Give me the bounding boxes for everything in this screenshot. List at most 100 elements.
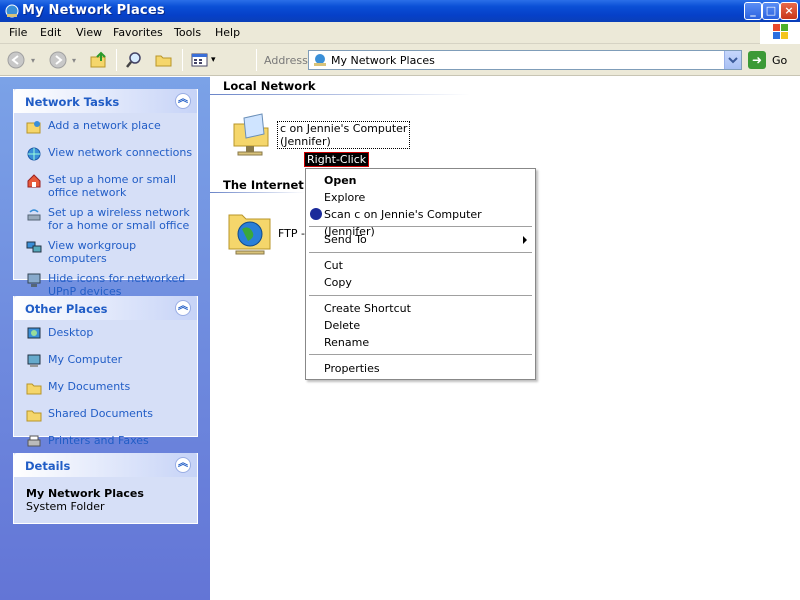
go-arrow-icon: ➜ <box>748 51 766 69</box>
context-scan[interactable]: Scan c on Jennie's Computer (Jennifer) <box>306 206 535 238</box>
right-click-annotation: Right-Click <box>304 152 370 167</box>
task-label: Set up a wireless network for a home or … <box>48 206 190 232</box>
add-network-place-icon <box>26 121 41 134</box>
task-add-network-place[interactable]: Add a network place <box>14 119 197 139</box>
panel-title: Details <box>25 459 71 473</box>
toolbar-separator <box>116 49 117 71</box>
place-desktop[interactable]: Desktop <box>14 326 197 346</box>
task-view-network-connections[interactable]: View network connections <box>14 146 197 166</box>
views-icon[interactable] <box>190 51 210 69</box>
task-pane: Network Tasks ︽ Add a network place View… <box>0 77 210 600</box>
back-dropdown-icon[interactable]: ▾ <box>31 56 35 65</box>
search-icon[interactable] <box>124 51 144 69</box>
other-places-panel: Other Places ︽ Desktop My Computer My Do… <box>13 296 198 447</box>
forward-dropdown-icon[interactable]: ▾ <box>72 56 76 65</box>
context-cut[interactable]: Cut <box>306 257 535 274</box>
toolbar: ▾ ▾ ▾ Address My Network Places ➜ Go <box>0 44 800 76</box>
details-header[interactable]: Details ︽ <box>14 453 197 477</box>
context-send-to[interactable]: Send To <box>306 231 535 248</box>
menu-file[interactable]: File <box>9 26 27 39</box>
details-type: System Folder <box>26 500 105 513</box>
task-setup-home-network[interactable]: Set up a home or small office network <box>14 173 197 199</box>
toolbar-separator <box>256 49 257 71</box>
place-my-computer[interactable]: My Computer <box>14 353 197 373</box>
toolbar-separator <box>182 49 183 71</box>
windows-logo-icon <box>760 22 800 44</box>
group-divider <box>210 192 305 193</box>
close-button[interactable]: × <box>780 2 798 20</box>
menu-separator <box>309 252 532 253</box>
menu-edit[interactable]: Edit <box>40 26 61 39</box>
network-share-icon[interactable] <box>228 110 276 158</box>
place-label: My Computer <box>48 353 123 366</box>
collapse-chevron-icon[interactable]: ︽ <box>175 300 191 316</box>
place-label: Shared Documents <box>48 407 153 420</box>
shared-documents-icon <box>26 410 42 422</box>
place-label: My Documents <box>48 380 131 393</box>
forward-icon[interactable] <box>48 51 68 69</box>
context-create-shortcut[interactable]: Create Shortcut <box>306 300 535 317</box>
panel-title: Network Tasks <box>25 95 120 109</box>
menu-separator <box>309 354 532 355</box>
task-label: Add a network place <box>48 119 161 132</box>
workgroup-computers-icon <box>26 241 42 253</box>
context-properties[interactable]: Properties <box>306 360 535 377</box>
upnp-devices-icon <box>27 273 41 287</box>
collapse-chevron-icon[interactable]: ︽ <box>175 93 191 109</box>
other-places-header[interactable]: Other Places ︽ <box>14 296 197 320</box>
printer-icon <box>27 435 41 447</box>
context-explore[interactable]: Explore <box>306 189 535 206</box>
wireless-network-icon <box>27 209 41 221</box>
place-shared-documents[interactable]: Shared Documents <box>14 407 197 427</box>
maximize-button[interactable]: □ <box>762 2 780 20</box>
menu-tools[interactable]: Tools <box>174 26 201 39</box>
context-delete[interactable]: Delete <box>306 317 535 334</box>
menu-separator <box>309 295 532 296</box>
folders-icon[interactable] <box>154 51 174 69</box>
panel-title: Other Places <box>25 302 108 316</box>
context-send-to-label: Send To <box>324 233 367 246</box>
context-copy[interactable]: Copy <box>306 274 535 291</box>
window-title: My Network Places <box>22 3 165 18</box>
network-tasks-header[interactable]: Network Tasks ︽ <box>14 89 197 113</box>
home-network-icon <box>27 174 41 188</box>
task-hide-upnp-icons[interactable]: Hide icons for networked UPnP devices <box>14 272 197 298</box>
ftp-folder-icon[interactable] <box>226 207 274 255</box>
context-rename[interactable]: Rename <box>306 334 535 351</box>
group-divider <box>210 94 470 95</box>
share-name-line: c on Jennie's Computer <box>280 122 408 135</box>
task-label: Set up a home or small office network <box>48 173 176 199</box>
task-label: View workgroup computers <box>48 239 137 265</box>
menu-view[interactable]: View <box>76 26 102 39</box>
views-dropdown-icon[interactable]: ▾ <box>211 55 216 65</box>
back-icon[interactable] <box>6 51 26 69</box>
internet-header: The Internet <box>223 178 304 192</box>
network-places-icon <box>5 4 19 18</box>
place-my-documents[interactable]: My Documents <box>14 380 197 400</box>
address-bar[interactable]: My Network Places <box>308 50 742 70</box>
menu-favorites[interactable]: Favorites <box>113 26 163 39</box>
place-label: Printers and Faxes <box>48 434 149 447</box>
task-view-workgroup-computers[interactable]: View workgroup computers <box>14 239 197 265</box>
address-input[interactable]: My Network Places <box>331 54 435 67</box>
menu-bar: File Edit View Favorites Tools Help <box>0 22 800 44</box>
place-printers-and-faxes[interactable]: Printers and Faxes <box>14 434 197 454</box>
ftp-label[interactable]: FTP - <box>278 227 305 240</box>
network-connections-icon <box>27 147 41 161</box>
context-open[interactable]: Open <box>306 172 535 189</box>
minimize-button[interactable]: _ <box>744 2 762 20</box>
context-menu: Open Explore Scan c on Jennie's Computer… <box>305 168 536 380</box>
up-folder-icon[interactable] <box>89 51 109 69</box>
go-button[interactable]: ➜ Go <box>748 51 798 69</box>
task-setup-wireless-network[interactable]: Set up a wireless network for a home or … <box>14 206 197 232</box>
network-tasks-panel: Network Tasks ︽ Add a network place View… <box>13 89 198 298</box>
address-dropdown-icon[interactable] <box>724 51 741 69</box>
collapse-chevron-icon[interactable]: ︽ <box>175 457 191 473</box>
desktop-icon <box>27 327 41 339</box>
place-label: Desktop <box>48 326 94 339</box>
network-share-label[interactable]: c on Jennie's Computer (Jennifer) <box>277 121 411 149</box>
menu-help[interactable]: Help <box>215 26 240 39</box>
title-bar[interactable]: My Network Places _ □ × <box>0 0 800 22</box>
details-panel: Details ︽ My Network Places System Folde… <box>13 453 198 524</box>
go-label: Go <box>772 54 788 67</box>
